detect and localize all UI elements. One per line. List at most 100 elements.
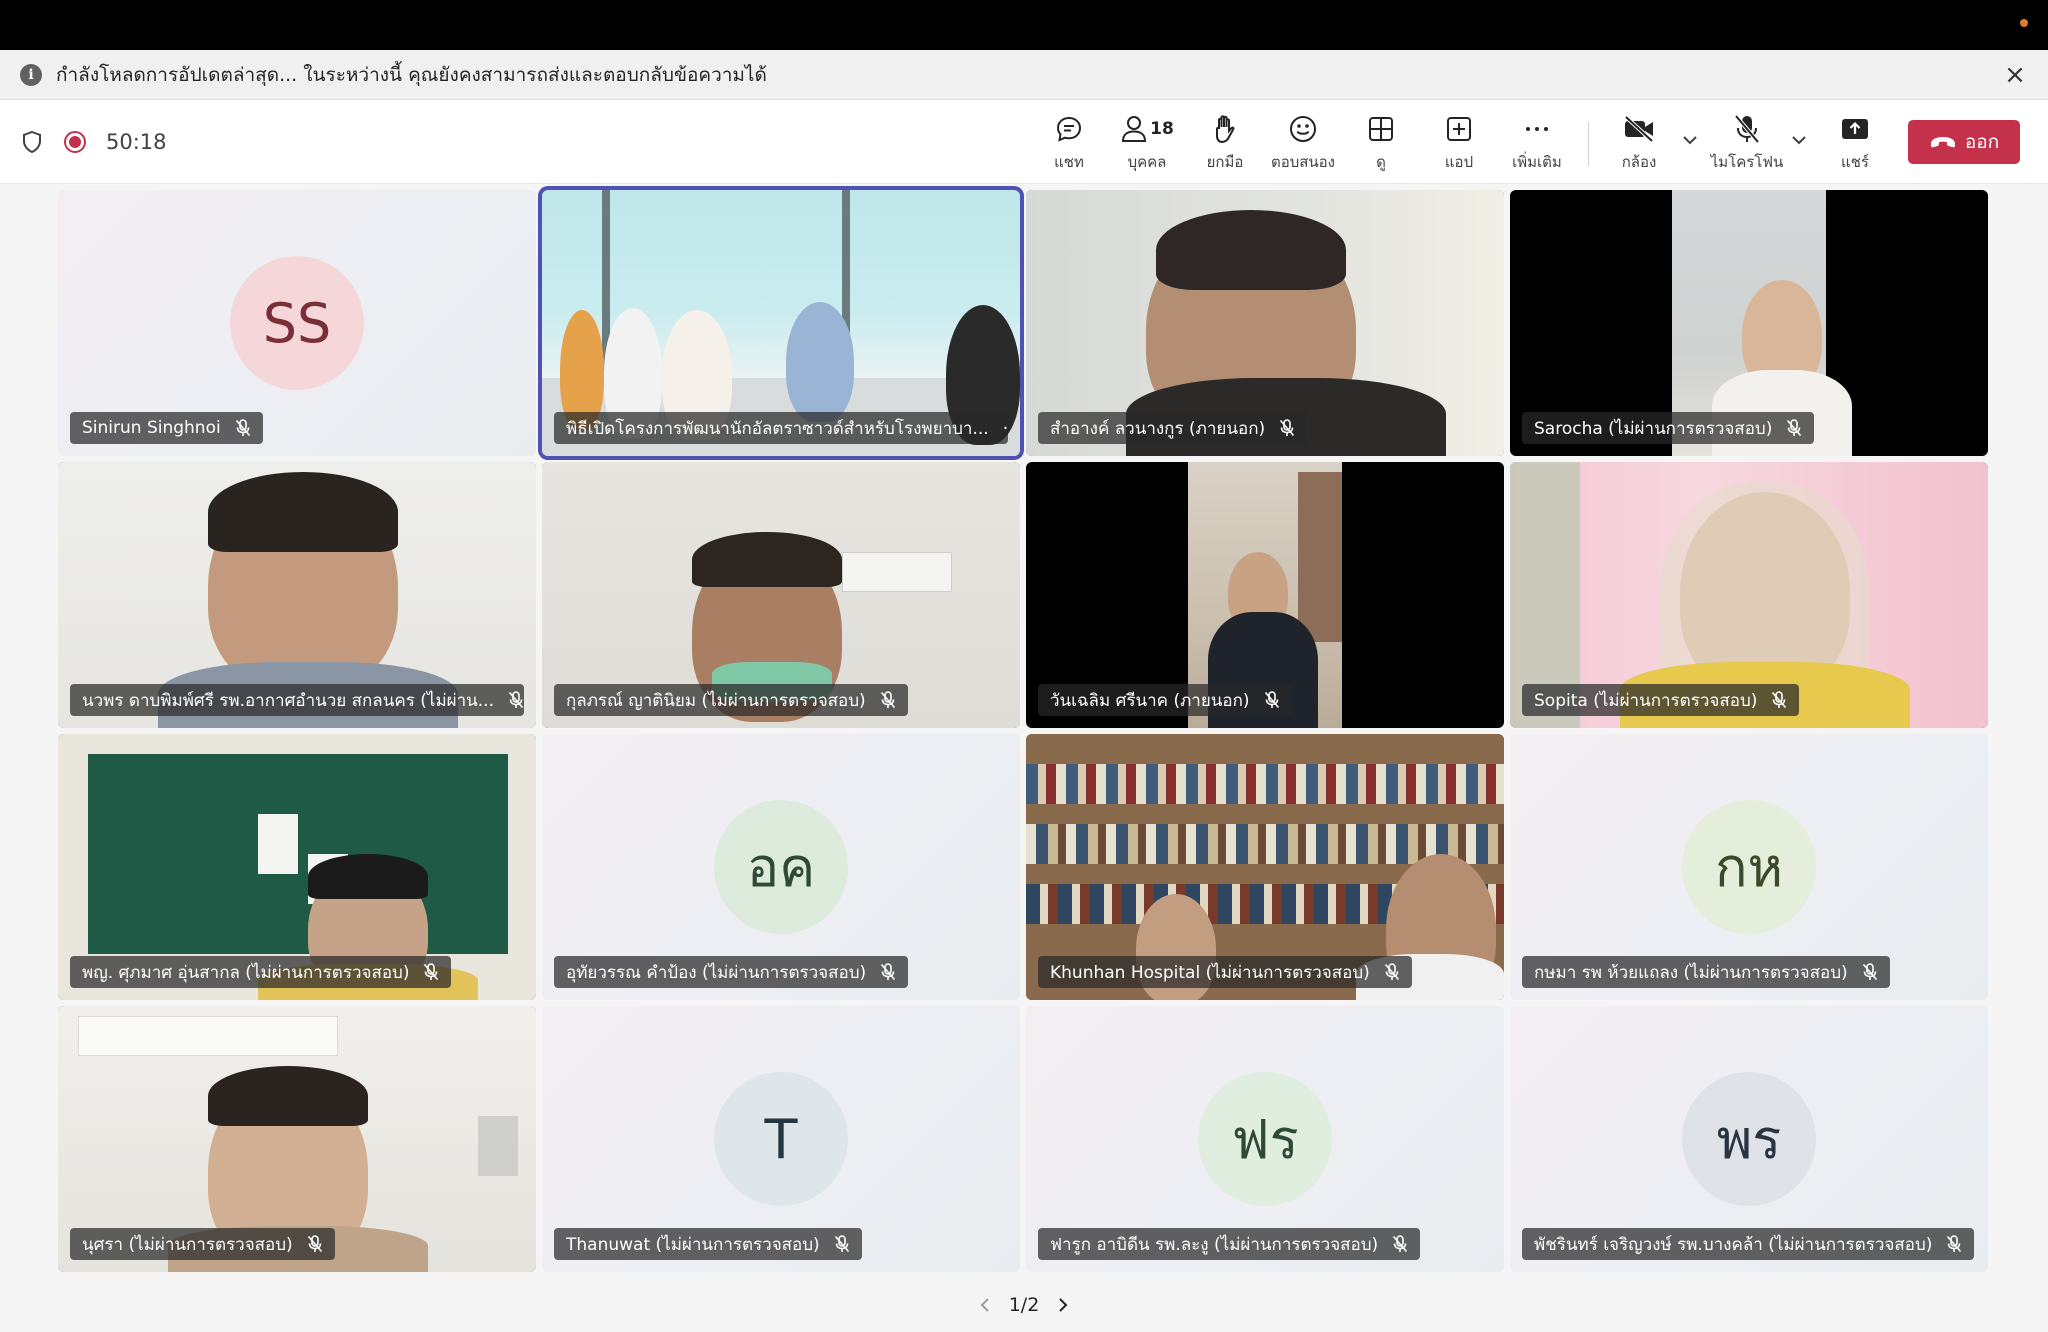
apps-button[interactable]: แอป <box>1423 112 1495 176</box>
participant-name: นุศรา (ไม่ผ่านการตรวจสอบ) <box>82 1234 293 1255</box>
chat-button[interactable]: แชท <box>1033 112 1105 176</box>
react-button[interactable]: ตอบสนอง <box>1267 112 1339 176</box>
participant-tile[interactable]: อค อุทัยวรรณ คำป้อง (ไม่ผ่านการตรวจสอบ) <box>542 734 1020 1000</box>
participant-name: Sopita (ไม่ผ่านการตรวจสอบ) <box>1534 690 1758 711</box>
more-options-icon[interactable]: ··· <box>1003 418 1008 439</box>
mic-muted-icon <box>1772 691 1787 709</box>
participant-name-tag: นวพร ดาบพิมพ์ศรี รพ.อากาศอำนวย สกลนคร (ไ… <box>70 684 524 716</box>
mic-muted-icon <box>235 419 250 437</box>
mic-muted-icon <box>424 963 439 981</box>
mic-muted-icon <box>1787 419 1802 437</box>
mic-muted-icon <box>1384 963 1399 981</box>
participant-tile[interactable]: สำอางค์ ลวนางกูร (ภายนอก) <box>1026 190 1504 456</box>
participant-name-tag: Sarocha (ไม่ผ่านการตรวจสอบ) <box>1522 412 1815 444</box>
camera-button[interactable]: กล้อง <box>1603 112 1675 176</box>
share-label: แชร์ <box>1841 153 1869 171</box>
window-top-bar <box>0 0 2048 50</box>
participant-name-tag: Sopita (ไม่ผ่านการตรวจสอบ) <box>1522 684 1800 716</box>
emoji-icon <box>1290 116 1316 142</box>
participant-name: พิธีเปิดโครงการพัฒนานักอัลตราซาวด์สำหรับ… <box>566 418 989 439</box>
participant-tile[interactable]: พร พัชรินทร์ เจริญวงษ์ รพ.บางคล้า (ไม่ผ่… <box>1510 1006 1988 1272</box>
participant-tile[interactable]: Khunhan Hospital (ไม่ผ่านการตรวจสอบ) <box>1026 734 1504 1000</box>
avatar: T <box>714 1072 848 1206</box>
meeting-toolbar: 50:18 แชท 18 บุคคล ยกมือ ตอบสนอง ดู แอป … <box>0 100 2048 184</box>
leave-label: ออก <box>1964 131 2000 153</box>
participant-tile[interactable]: กห กษมา รพ ห้วยแถลง (ไม่ผ่านการตรวจสอบ) <box>1510 734 1988 1000</box>
participant-name: นวพร ดาบพิมพ์ศรี รพ.อากาศอำนวย สกลนคร (ไ… <box>82 690 494 711</box>
mic-muted-icon <box>508 691 524 709</box>
participant-count: 18 <box>1150 119 1174 139</box>
participant-name: Sinirun Singhnoi <box>82 418 221 438</box>
page-indicator: 1/2 <box>1008 1294 1040 1316</box>
participant-name: วันเฉลิม ศรีนาค (ภายนอก) <box>1050 690 1250 711</box>
mic-muted-icon <box>1264 691 1279 709</box>
raise-hand-button[interactable]: ยกมือ <box>1189 112 1261 176</box>
leave-button[interactable]: ออก <box>1908 120 2020 164</box>
participant-name: สำอางค์ ลวนางกูร (ภายนอก) <box>1050 418 1266 439</box>
update-banner: i กำลังโหลดการอัปเดตล่าสุด... ในระหว่างน… <box>0 50 2048 100</box>
mic-button[interactable]: ไมโครโฟน <box>1711 112 1783 176</box>
participant-tile[interactable]: นุศรา (ไม่ผ่านการตรวจสอบ) <box>58 1006 536 1272</box>
participant-name-tag: พิธีเปิดโครงการพัฒนานักอัลตราซาวด์สำหรับ… <box>554 412 1008 444</box>
participant-tile[interactable]: กุลภรณ์ ญาตินิยม (ไม่ผ่านการตรวจสอบ) <box>542 462 1020 728</box>
avatar: ฟร <box>1198 1072 1332 1206</box>
participant-tile[interactable]: วันเฉลิม ศรีนาค (ภายนอก) <box>1026 462 1504 728</box>
participant-tile-active-speaker[interactable]: พิธีเปิดโครงการพัฒนานักอัลตราซาวด์สำหรับ… <box>542 190 1020 456</box>
participant-name-tag: Khunhan Hospital (ไม่ผ่านการตรวจสอบ) <box>1038 956 1412 988</box>
participant-name-tag: Sinirun Singhnoi <box>70 412 263 444</box>
banner-message: กำลังโหลดการอัปเดตล่าสุด... ในระหว่างนี้… <box>56 63 767 86</box>
participant-name: Sarocha (ไม่ผ่านการตรวจสอบ) <box>1534 418 1773 439</box>
people-label: บุคคล <box>1127 153 1167 171</box>
chevron-left-icon[interactable] <box>975 1295 995 1315</box>
chevron-right-icon[interactable] <box>1053 1295 1073 1315</box>
camera-chevron-down-icon[interactable] <box>1680 130 1700 150</box>
raise-hand-icon <box>1216 115 1235 144</box>
shield-icon[interactable] <box>20 130 44 154</box>
participant-name: กุลภรณ์ ญาตินิยม (ไม่ผ่านการตรวจสอบ) <box>566 690 866 711</box>
recording-icon <box>64 131 86 153</box>
avatar: SS <box>230 256 364 390</box>
avatar: อค <box>714 800 848 934</box>
participant-name-tag: ฟารูก อาบิดีน รพ.ละงู (ไม่ผ่านการตรวจสอบ… <box>1038 1228 1421 1260</box>
participant-name: กษมา รพ ห้วยแถลง (ไม่ผ่านการตรวจสอบ) <box>1534 962 1848 983</box>
avatar: กห <box>1682 800 1816 934</box>
mic-muted-icon <box>1280 419 1295 437</box>
more-label: เพิ่มเติม <box>1512 153 1562 171</box>
mic-muted-icon <box>880 691 895 709</box>
participant-tile[interactable]: T Thanuwat (ไม่ผ่านการตรวจสอบ) <box>542 1006 1020 1272</box>
mic-chevron-down-icon[interactable] <box>1789 130 1809 150</box>
participant-tile[interactable]: พญ. ศุภมาศ อุ่นสากล (ไม่ผ่านการตรวจสอบ) <box>58 734 536 1000</box>
participant-name-tag: วันเฉลิม ศรีนาค (ภายนอก) <box>1038 684 1292 716</box>
participant-tile[interactable]: ฟร ฟารูก อาบิดีน รพ.ละงู (ไม่ผ่านการตรวจ… <box>1026 1006 1504 1272</box>
participant-tile[interactable]: Sarocha (ไม่ผ่านการตรวจสอบ) <box>1510 190 1988 456</box>
share-button[interactable]: แชร์ <box>1819 112 1891 176</box>
participant-tile[interactable]: นวพร ดาบพิมพ์ศรี รพ.อากาศอำนวย สกลนคร (ไ… <box>58 462 536 728</box>
apps-label: แอป <box>1444 153 1474 171</box>
participant-name-tag: Thanuwat (ไม่ผ่านการตรวจสอบ) <box>554 1228 862 1260</box>
raise-hand-label: ยกมือ <box>1206 153 1244 171</box>
mic-muted-icon <box>307 1235 322 1253</box>
mic-muted-icon <box>834 1235 849 1253</box>
toolbar-divider <box>1588 122 1589 166</box>
more-icon <box>1526 127 1548 131</box>
participant-name-tag: อุทัยวรรณ คำป้อง (ไม่ผ่านการตรวจสอบ) <box>554 956 909 988</box>
status-dot <box>2020 19 2028 27</box>
participant-name-tag: กุลภรณ์ ญาตินิยม (ไม่ผ่านการตรวจสอบ) <box>554 684 908 716</box>
pagination: 1/2 <box>0 1290 2048 1320</box>
avatar: พร <box>1682 1072 1816 1206</box>
participant-name: พญ. ศุภมาศ อุ่นสากล (ไม่ผ่านการตรวจสอบ) <box>82 962 410 983</box>
react-label: ตอบสนอง <box>1270 153 1335 171</box>
people-icon <box>1122 116 1147 142</box>
close-icon[interactable]: × <box>2002 62 2028 88</box>
participant-tile[interactable]: Sopita (ไม่ผ่านการตรวจสอบ) <box>1510 462 1988 728</box>
mic-label: ไมโครโฟน <box>1710 153 1784 171</box>
more-button[interactable]: เพิ่มเติม <box>1501 112 1573 176</box>
add-app-icon <box>1447 117 1471 141</box>
camera-label: กล้อง <box>1621 153 1657 171</box>
meeting-timer: 50:18 <box>106 130 167 154</box>
participant-tile[interactable]: SS Sinirun Singhnoi <box>58 190 536 456</box>
participant-name-tag: พญ. ศุภมาศ อุ่นสากล (ไม่ผ่านการตรวจสอบ) <box>70 956 452 988</box>
view-button[interactable]: ดู <box>1345 112 1417 176</box>
people-button[interactable]: 18 บุคคล <box>1111 112 1183 176</box>
camera-off-icon <box>1624 115 1654 143</box>
